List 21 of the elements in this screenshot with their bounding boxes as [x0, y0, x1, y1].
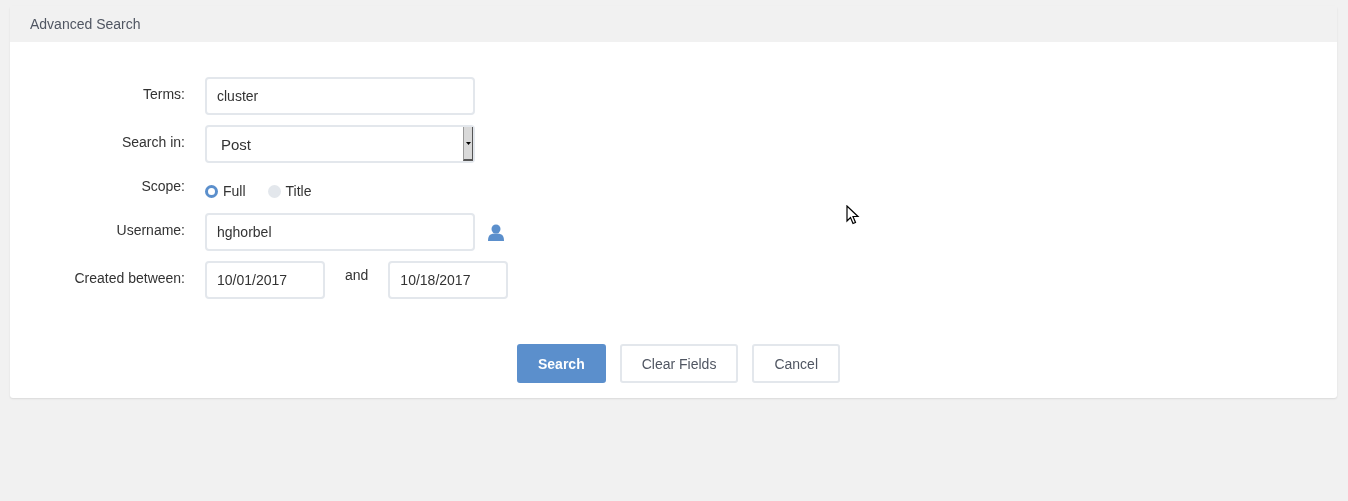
field-label: Created between:: [74, 270, 185, 286]
action-button[interactable]: Cancel: [752, 344, 840, 383]
field-label: Terms:: [143, 86, 185, 102]
date-joiner: and: [345, 267, 369, 283]
input-field[interactable]: cluster: [205, 77, 475, 115]
radio-label[interactable]: Full: [223, 183, 246, 199]
field-label: Username:: [116, 222, 185, 238]
date-field[interactable]: 10/18/2017: [388, 261, 509, 299]
radio-button[interactable]: [267, 184, 281, 198]
radio-button[interactable]: [205, 184, 218, 198]
field-label: Scope:: [141, 178, 185, 194]
field-label: Search in:: [121, 134, 185, 150]
select-dropdown[interactable]: Post: [205, 125, 475, 163]
caret-icon: [465, 141, 471, 145]
radio-label[interactable]: Title: [285, 183, 312, 199]
input-field[interactable]: hghorbel: [205, 213, 475, 251]
date-field[interactable]: 10/01/2017: [205, 261, 325, 299]
action-button[interactable]: Clear Fields: [619, 344, 739, 383]
user-icon[interactable]: [488, 223, 504, 241]
panel-title: Advanced Search: [30, 16, 141, 32]
mouse-pointer-icon: [846, 205, 860, 225]
